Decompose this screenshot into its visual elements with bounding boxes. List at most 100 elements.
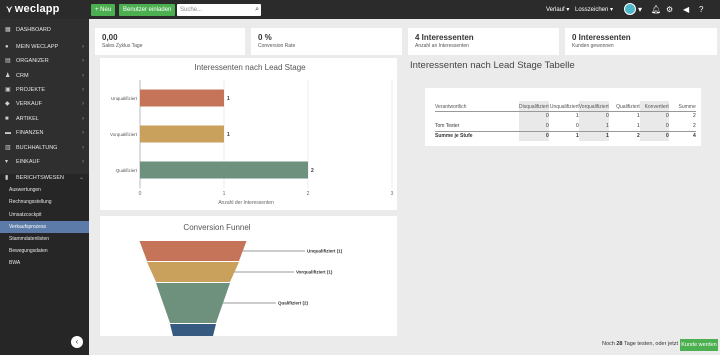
funnel-segment — [170, 324, 216, 336]
app-logo[interactable]: ⋎ weclapp — [6, 3, 60, 15]
become-customer-button[interactable]: Kunde werden — [680, 339, 718, 351]
reports-icon: ▮ — [5, 175, 9, 181]
kpi-value: 4 Interessenten — [415, 33, 474, 42]
column-header[interactable]: Verantwortlich — [435, 101, 519, 112]
search-input[interactable]: Suche... ⌕ — [177, 4, 261, 16]
data-label: 1 — [227, 132, 230, 138]
sidebar-item-buchhaltung[interactable]: ▥ BUCHHALTUNG › — [0, 141, 89, 155]
chevron-right-icon: › — [82, 73, 84, 79]
dashboard-icon: ▦ — [5, 27, 11, 33]
kpi-label: Anzahl an Interessenten — [415, 43, 469, 49]
y-tick-label: Vorqualifiziert — [110, 132, 138, 137]
sidebar-item-dashboard[interactable]: ▦ DASHBOARD — [0, 23, 89, 37]
column-header[interactable]: Vorqualifiziert — [578, 101, 609, 112]
lead-stage-bar-chart: Interessenten nach Lead Stage 0 1 2 3 Anzahl… — [110, 63, 394, 206]
kpi-card-customers-won: 0 Interessenten Kunden gewonnen — [565, 28, 717, 55]
x-tick-label: 3 — [391, 191, 394, 197]
submenu-item-bwa[interactable]: BWA — [0, 257, 89, 269]
lead-stage-table: Verantwortlich Disqualifiziert Unqualifi… — [425, 88, 701, 146]
data-label: 2 — [311, 168, 314, 174]
trial-notice: Noch 28 Tage testen, oder jetzt — [602, 341, 679, 347]
column-header[interactable]: Summe — [668, 101, 696, 112]
chevron-left-icon: ‹ — [75, 337, 79, 346]
submenu-item-bewegungsdaten[interactable]: Bewegungsdaten — [0, 245, 89, 257]
kpi-card-leads: 4 Interessenten Anzahl an Interessenten — [408, 28, 559, 55]
avatar[interactable] — [624, 3, 636, 15]
chevron-right-icon: › — [82, 145, 84, 151]
sidebar-item-berichtswesen[interactable]: ▮ BERICHTSWESEN ⌄ — [0, 171, 89, 185]
sidebar-item-mein-weclapp[interactable]: ● MEIN WECLAPP › — [0, 40, 89, 54]
bar — [140, 89, 224, 107]
accounting-icon: ▥ — [5, 145, 11, 151]
data-label: 1 — [227, 96, 230, 102]
funnel-label: Qualifiziert (2) — [278, 301, 309, 306]
chevron-right-icon: › — [82, 44, 84, 50]
table-title: Interessenten nach Lead Stage Tabelle — [410, 60, 575, 71]
projects-icon: ▣ — [5, 87, 11, 93]
column-header[interactable]: Qualifiziert — [608, 101, 640, 112]
submenu-item-umsatzcockpit[interactable]: Umsatzcockpit — [0, 209, 89, 221]
kpi-label: Sales Zyklus Tage — [102, 43, 143, 49]
submenu-item-verkaufsprozess[interactable]: Verkaufsprozess — [0, 221, 89, 233]
funnel-segment — [156, 283, 230, 323]
history-menu[interactable]: Verlauf ▾ — [546, 4, 569, 16]
kpi-value: 0 % — [258, 33, 272, 42]
help-icon[interactable]: ? — [699, 4, 703, 15]
conversion-funnel-chart: Conversion Funnel Unqualifiziert (1) Vorq… — [139, 223, 343, 336]
account-menu[interactable]: Losszeichen ▾ — [575, 4, 613, 16]
table-row: Tom Tester 0 0 1 1 0 2 — [435, 121, 696, 132]
table-total-row: Summe je Stufe 0 1 1 2 0 4 — [435, 131, 696, 141]
megaphone-icon[interactable]: ◀ — [683, 4, 689, 15]
gear-icon[interactable]: ⚙ — [666, 4, 673, 15]
kpi-card-sales-cycle: 0,00 Sales Zyklus Tage — [95, 28, 245, 55]
submenu-item-rechnungsstellung[interactable]: Rechnungsstellung — [0, 196, 89, 208]
table-header-row: Verantwortlich Disqualifiziert Unqualifi… — [435, 101, 696, 112]
top-bar: ⋎ weclapp + Neu Benutzer einladen Suche..… — [0, 0, 720, 19]
search-icon[interactable]: ⌕ — [255, 4, 259, 16]
column-header[interactable]: Unqualifiziert — [548, 101, 579, 112]
kpi-card-conversion-rate: 0 % Conversion Rate — [251, 28, 402, 55]
funnel-segment — [147, 262, 239, 282]
sidebar-item-finanzen[interactable]: ▬ FINANZEN › — [0, 126, 89, 140]
new-button[interactable]: + Neu — [91, 4, 116, 16]
calendar-icon: ▤ — [5, 58, 11, 64]
article-icon: ■ — [5, 116, 9, 122]
bar — [140, 161, 308, 179]
weclapp-logo-icon: ⋎ — [6, 4, 13, 14]
sales-icon: ◆ — [5, 101, 10, 107]
app-name: weclapp — [14, 3, 60, 15]
column-header[interactable]: Disqualifiziert — [519, 101, 549, 112]
sidebar-item-organizer[interactable]: ▤ ORGANIZER › — [0, 54, 89, 68]
search-placeholder: Suche... — [180, 7, 203, 13]
chevron-right-icon: › — [82, 159, 84, 165]
crm-icon: ♟ — [5, 73, 11, 79]
sidebar-item-verkauf[interactable]: ◆ VERKAUF › — [0, 97, 89, 111]
submenu-item-stammdatenlisten[interactable]: Stammdatenlisten — [0, 233, 89, 245]
chevron-right-icon: › — [82, 58, 84, 64]
x-tick-label: 2 — [307, 191, 310, 197]
bell-icon[interactable]: 🔔︎ — [651, 4, 661, 15]
x-tick-label: 1 — [223, 191, 226, 197]
chevron-right-icon: › — [82, 101, 84, 107]
funnel-label: Vorqualifiziert (1) — [296, 270, 333, 275]
x-axis-label: Anzahl der Interessenten — [218, 200, 274, 206]
invite-user-button[interactable]: Benutzer einladen — [119, 4, 176, 16]
kpi-value: 0,00 — [102, 33, 118, 42]
sidebar-item-projekte[interactable]: ▣ PROJEKTE › — [0, 83, 89, 97]
table-row: 0 1 0 1 0 2 — [435, 111, 696, 121]
cart-icon: ▾ — [5, 159, 9, 165]
bar — [140, 125, 224, 143]
sidebar-item-einkauf[interactable]: ▾ EINKAUF › — [0, 155, 89, 169]
y-tick-label: Qualifiziert — [116, 168, 138, 173]
finance-icon: ▬ — [5, 130, 11, 136]
collapse-sidebar-button[interactable]: ‹ — [71, 336, 83, 348]
column-header[interactable]: Konvertiert — [639, 101, 669, 112]
user-icon: ● — [5, 44, 9, 50]
funnel-segment — [139, 241, 247, 261]
y-tick-label: Unqualifiziert — [111, 96, 138, 101]
sidebar-item-artikel[interactable]: ■ ARTIKEL › — [0, 112, 89, 126]
submenu-item-auswertungen[interactable]: Auswertungen — [0, 184, 89, 196]
chevron-down-icon: ⌄ — [78, 175, 84, 181]
avatar-chevron-icon[interactable]: ▾ — [638, 4, 642, 15]
sidebar-item-crm[interactable]: ♟ CRM › — [0, 69, 89, 83]
